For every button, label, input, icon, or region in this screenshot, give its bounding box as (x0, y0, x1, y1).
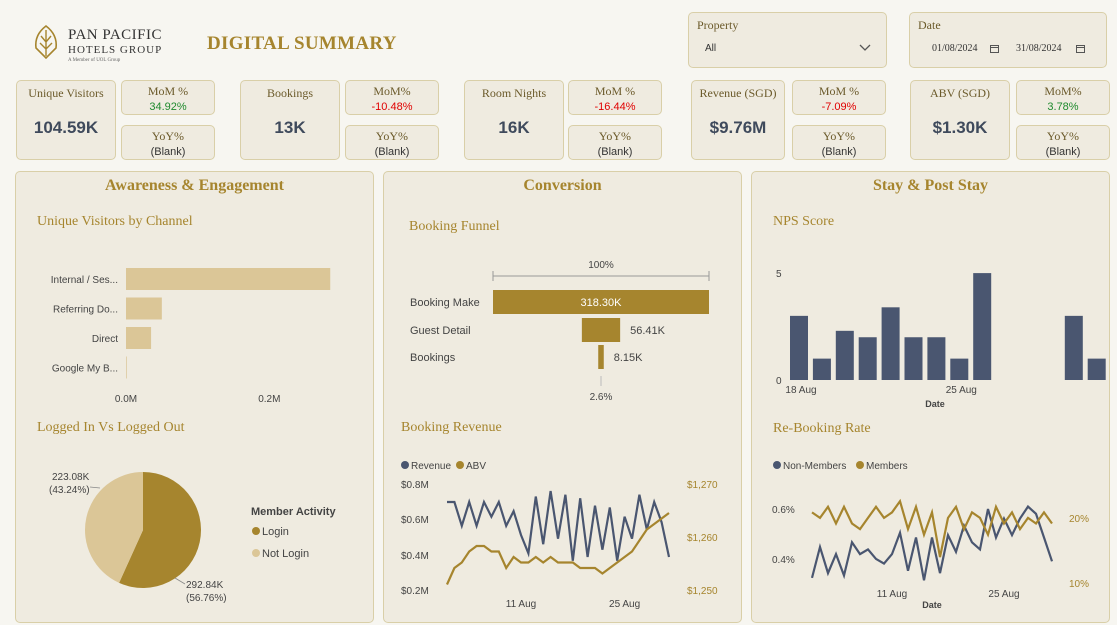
legend-marker (456, 461, 464, 469)
charts-canvas: Internal / Ses... Referring Do... Direct Go… (49, 260, 1106, 610)
legend-marker (856, 461, 864, 469)
series-line (445, 512, 670, 585)
slice-value-label: 223.08K (52, 472, 90, 483)
bar (126, 297, 162, 320)
slice-percent-label: (43.24%) (49, 485, 90, 496)
y-left-tick-label: $0.8M (401, 480, 429, 491)
legend-label: Members (866, 461, 908, 472)
bar (126, 327, 152, 349)
stage-label: Guest Detail (410, 325, 471, 337)
stage-value-label: 8.15K (614, 352, 643, 364)
x-tick-label: 0.2M (258, 394, 280, 405)
stage-label: Booking Make (410, 297, 480, 309)
bar (950, 358, 969, 380)
x-tick-label: 25 Aug (609, 599, 640, 610)
y-left-tick-label: 0.6% (772, 505, 795, 516)
y-left-tick-label: $0.4M (401, 551, 429, 562)
stage-value-label: 56.41K (630, 325, 666, 337)
y-right-tick-label: 20% (1069, 514, 1089, 525)
y-right-tick-label: 10% (1069, 579, 1089, 590)
legend-marker (401, 461, 409, 469)
series-line (447, 490, 671, 561)
stage-label: Bookings (410, 352, 456, 364)
leader-line (174, 577, 186, 585)
legend-label: Revenue (411, 461, 451, 472)
bar (927, 337, 946, 380)
legend-label: ABV (466, 461, 486, 472)
y-left-tick-label: $0.2M (401, 586, 429, 597)
y-left-tick-label: $0.6M (401, 515, 429, 526)
leader-line (89, 486, 101, 489)
y-right-tick-label: $1,250 (687, 586, 718, 597)
bar (904, 337, 923, 380)
y-left-tick-label: 0.4% (772, 555, 795, 566)
bar (835, 330, 854, 380)
bar (126, 268, 331, 290)
x-tick-label: 11 Aug (506, 599, 536, 610)
bar (1087, 358, 1106, 380)
slice-percent-label: (56.76%) (186, 593, 227, 604)
slice-value-label: 292.84K (186, 580, 224, 591)
legend-title: Member Activity (251, 506, 336, 518)
funnel-top-label: 100% (588, 260, 614, 271)
funnel-bar (598, 345, 604, 369)
y-right-tick-label: $1,270 (687, 480, 718, 491)
bar (1064, 315, 1083, 380)
y-tick-label: 5 (776, 269, 782, 280)
y-tick-label: 0 (776, 376, 782, 387)
y-right-tick-label: $1,260 (687, 533, 718, 544)
funnel-bar (581, 318, 621, 342)
category-label: Google My B... (52, 364, 118, 375)
bar (881, 307, 900, 380)
stage-value-label: 318.30K (581, 297, 623, 309)
bar (812, 358, 831, 380)
bar (126, 356, 127, 379)
legend-label: Not Login (262, 548, 309, 560)
bar (790, 315, 808, 380)
x-axis-title: Date (925, 399, 945, 409)
bar (858, 337, 877, 380)
legend-label: Login (262, 526, 289, 538)
x-tick-label: 0.0M (115, 394, 137, 405)
x-tick-label: 11 Aug (877, 589, 907, 600)
x-axis-title: Date (922, 600, 942, 610)
category-label: Internal / Ses... (51, 275, 118, 286)
x-tick-label: 18 Aug (785, 385, 816, 396)
x-tick-label: 25 Aug (946, 385, 977, 396)
funnel-bottom-label: 2.6% (590, 392, 613, 403)
category-label: Direct (92, 334, 118, 345)
bar (973, 273, 992, 380)
legend-marker (252, 549, 260, 557)
legend-marker (773, 461, 781, 469)
legend-label: Non-Members (783, 461, 846, 472)
category-label: Referring Do... (53, 305, 118, 316)
x-tick-label: 25 Aug (988, 589, 1019, 600)
legend-marker (252, 527, 260, 535)
